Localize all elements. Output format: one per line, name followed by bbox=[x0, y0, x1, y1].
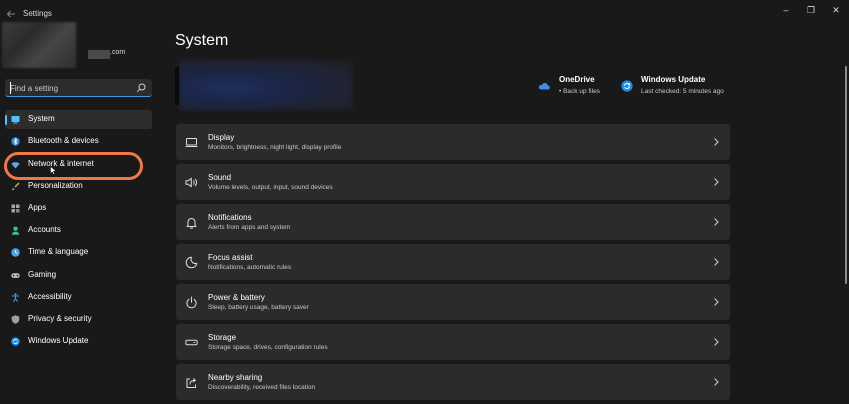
highlight-annotation bbox=[4, 152, 143, 180]
sidebar-item-apps[interactable]: Apps bbox=[5, 199, 152, 218]
card-title: Storage bbox=[208, 333, 237, 342]
card-subtitle: Notifications, automatic rules bbox=[208, 264, 292, 271]
page-title: System bbox=[175, 32, 229, 49]
search-box[interactable] bbox=[5, 79, 152, 97]
card-subtitle: Sleep, battery usage, battery saver bbox=[208, 304, 309, 311]
chevron-right-icon bbox=[712, 297, 720, 307]
sidebar-item-accessibility[interactable]: Accessibility bbox=[5, 288, 152, 307]
active-indicator bbox=[5, 115, 7, 125]
sidebar-item-label: Accounts bbox=[28, 225, 61, 234]
chevron-right-icon bbox=[712, 257, 720, 267]
search-input[interactable] bbox=[10, 82, 135, 94]
card-title: Display bbox=[208, 133, 235, 142]
sidebar-item-label: Bluetooth & devices bbox=[28, 136, 99, 145]
account-email: .com bbox=[110, 49, 126, 56]
card-title: Power & battery bbox=[208, 293, 265, 302]
sidebar-item-bluetooth[interactable]: Bluetooth & devices bbox=[5, 132, 152, 151]
apps-icon bbox=[11, 204, 20, 213]
power-icon bbox=[185, 296, 198, 309]
back-arrow-icon[interactable] bbox=[5, 8, 17, 20]
settings-card-sound[interactable]: Sound Volume levels, output, input, soun… bbox=[176, 164, 730, 200]
card-subtitle: Discoverability, received files location bbox=[208, 384, 316, 391]
card-subtitle: Monitors, brightness, night light, displ… bbox=[208, 144, 342, 151]
share-icon bbox=[185, 376, 198, 389]
chevron-right-icon bbox=[712, 377, 720, 387]
maximize-icon[interactable]: ❐ bbox=[801, 3, 821, 17]
card-subtitle: Storage space, drives, configuration rul… bbox=[208, 344, 328, 351]
card-title: Notifications bbox=[208, 213, 252, 222]
bluetooth-icon bbox=[11, 137, 20, 146]
system-icon bbox=[11, 115, 20, 124]
windows-update-title: Windows Update bbox=[641, 75, 706, 84]
sidebar-item-label: Time & language bbox=[28, 247, 89, 256]
chevron-right-icon bbox=[712, 337, 720, 347]
card-subtitle: Volume levels, output, input, sound devi… bbox=[208, 184, 333, 191]
sidebar-item-time-language[interactable]: Time & language bbox=[5, 243, 152, 262]
vertical-scrollbar[interactable] bbox=[845, 66, 847, 284]
email-redaction bbox=[88, 50, 110, 59]
app-title: Settings bbox=[23, 9, 52, 18]
sidebar-item-windows-update[interactable]: Windows Update bbox=[5, 332, 152, 351]
sidebar-item-system[interactable]: System bbox=[5, 110, 152, 129]
settings-card-notifications[interactable]: Notifications Alerts from apps and syste… bbox=[176, 204, 730, 240]
sidebar-item-label: Privacy & security bbox=[28, 314, 92, 323]
settings-card-focus-assist[interactable]: Focus assist Notifications, automatic ru… bbox=[176, 244, 730, 280]
brush-icon bbox=[11, 182, 20, 191]
person-icon bbox=[11, 226, 20, 235]
settings-card-storage[interactable]: Storage Storage space, drives, configura… bbox=[176, 324, 730, 360]
chevron-right-icon bbox=[712, 217, 720, 227]
chevron-right-icon bbox=[712, 177, 720, 187]
update-icon bbox=[11, 337, 20, 346]
sidebar-item-label: Gaming bbox=[28, 270, 57, 279]
card-title: Nearby sharing bbox=[208, 373, 263, 382]
onedrive-subtitle: • Back up files bbox=[559, 88, 600, 95]
search-icon[interactable] bbox=[135, 82, 147, 94]
card-subtitle: Alerts from apps and system bbox=[208, 224, 291, 231]
bell-icon bbox=[185, 216, 198, 229]
sidebar-item-accounts[interactable]: Accounts bbox=[5, 221, 152, 240]
chevron-right-icon bbox=[712, 137, 720, 147]
sidebar-item-label: Apps bbox=[28, 203, 47, 212]
device-preview-image bbox=[179, 60, 353, 110]
settings-card-display[interactable]: Display Monitors, brightness, night ligh… bbox=[176, 124, 730, 160]
sidebar-item-label: Windows Update bbox=[28, 336, 89, 345]
avatar[interactable] bbox=[2, 22, 76, 68]
sidebar-item-label: Personalization bbox=[28, 181, 83, 190]
speaker-icon bbox=[185, 176, 198, 189]
sidebar-item-gaming[interactable]: Gaming bbox=[5, 266, 152, 285]
sidebar-item-label: System bbox=[28, 114, 55, 123]
card-title: Sound bbox=[208, 173, 232, 182]
onedrive-cloud-icon bbox=[538, 80, 550, 92]
moon-icon bbox=[185, 256, 198, 269]
settings-card-power-battery[interactable]: Power & battery Sleep, battery usage, ba… bbox=[176, 284, 730, 320]
settings-card-nearby-sharing[interactable]: Nearby sharing Discoverability, received… bbox=[176, 364, 730, 400]
accessibility-icon bbox=[11, 293, 20, 302]
close-icon[interactable]: ✕ bbox=[826, 3, 846, 17]
monitor-icon bbox=[185, 136, 198, 149]
globe-clock-icon bbox=[11, 248, 20, 257]
device-preview-accent bbox=[175, 67, 179, 105]
card-title: Focus assist bbox=[208, 253, 253, 262]
windows-update-subtitle: Last checked: 5 minutes ago bbox=[641, 88, 724, 95]
sidebar-item-privacy-security[interactable]: Privacy & security bbox=[5, 310, 152, 329]
onedrive-title: OneDrive bbox=[559, 75, 595, 84]
mouse-cursor-icon bbox=[50, 166, 57, 175]
text-caret bbox=[10, 82, 11, 94]
windows-update-icon bbox=[621, 80, 633, 92]
storage-drive-icon bbox=[185, 336, 198, 349]
sidebar-item-label: Accessibility bbox=[28, 292, 72, 301]
minimize-icon[interactable]: – bbox=[776, 3, 796, 17]
gamepad-icon bbox=[11, 271, 20, 280]
shield-icon bbox=[11, 315, 20, 324]
